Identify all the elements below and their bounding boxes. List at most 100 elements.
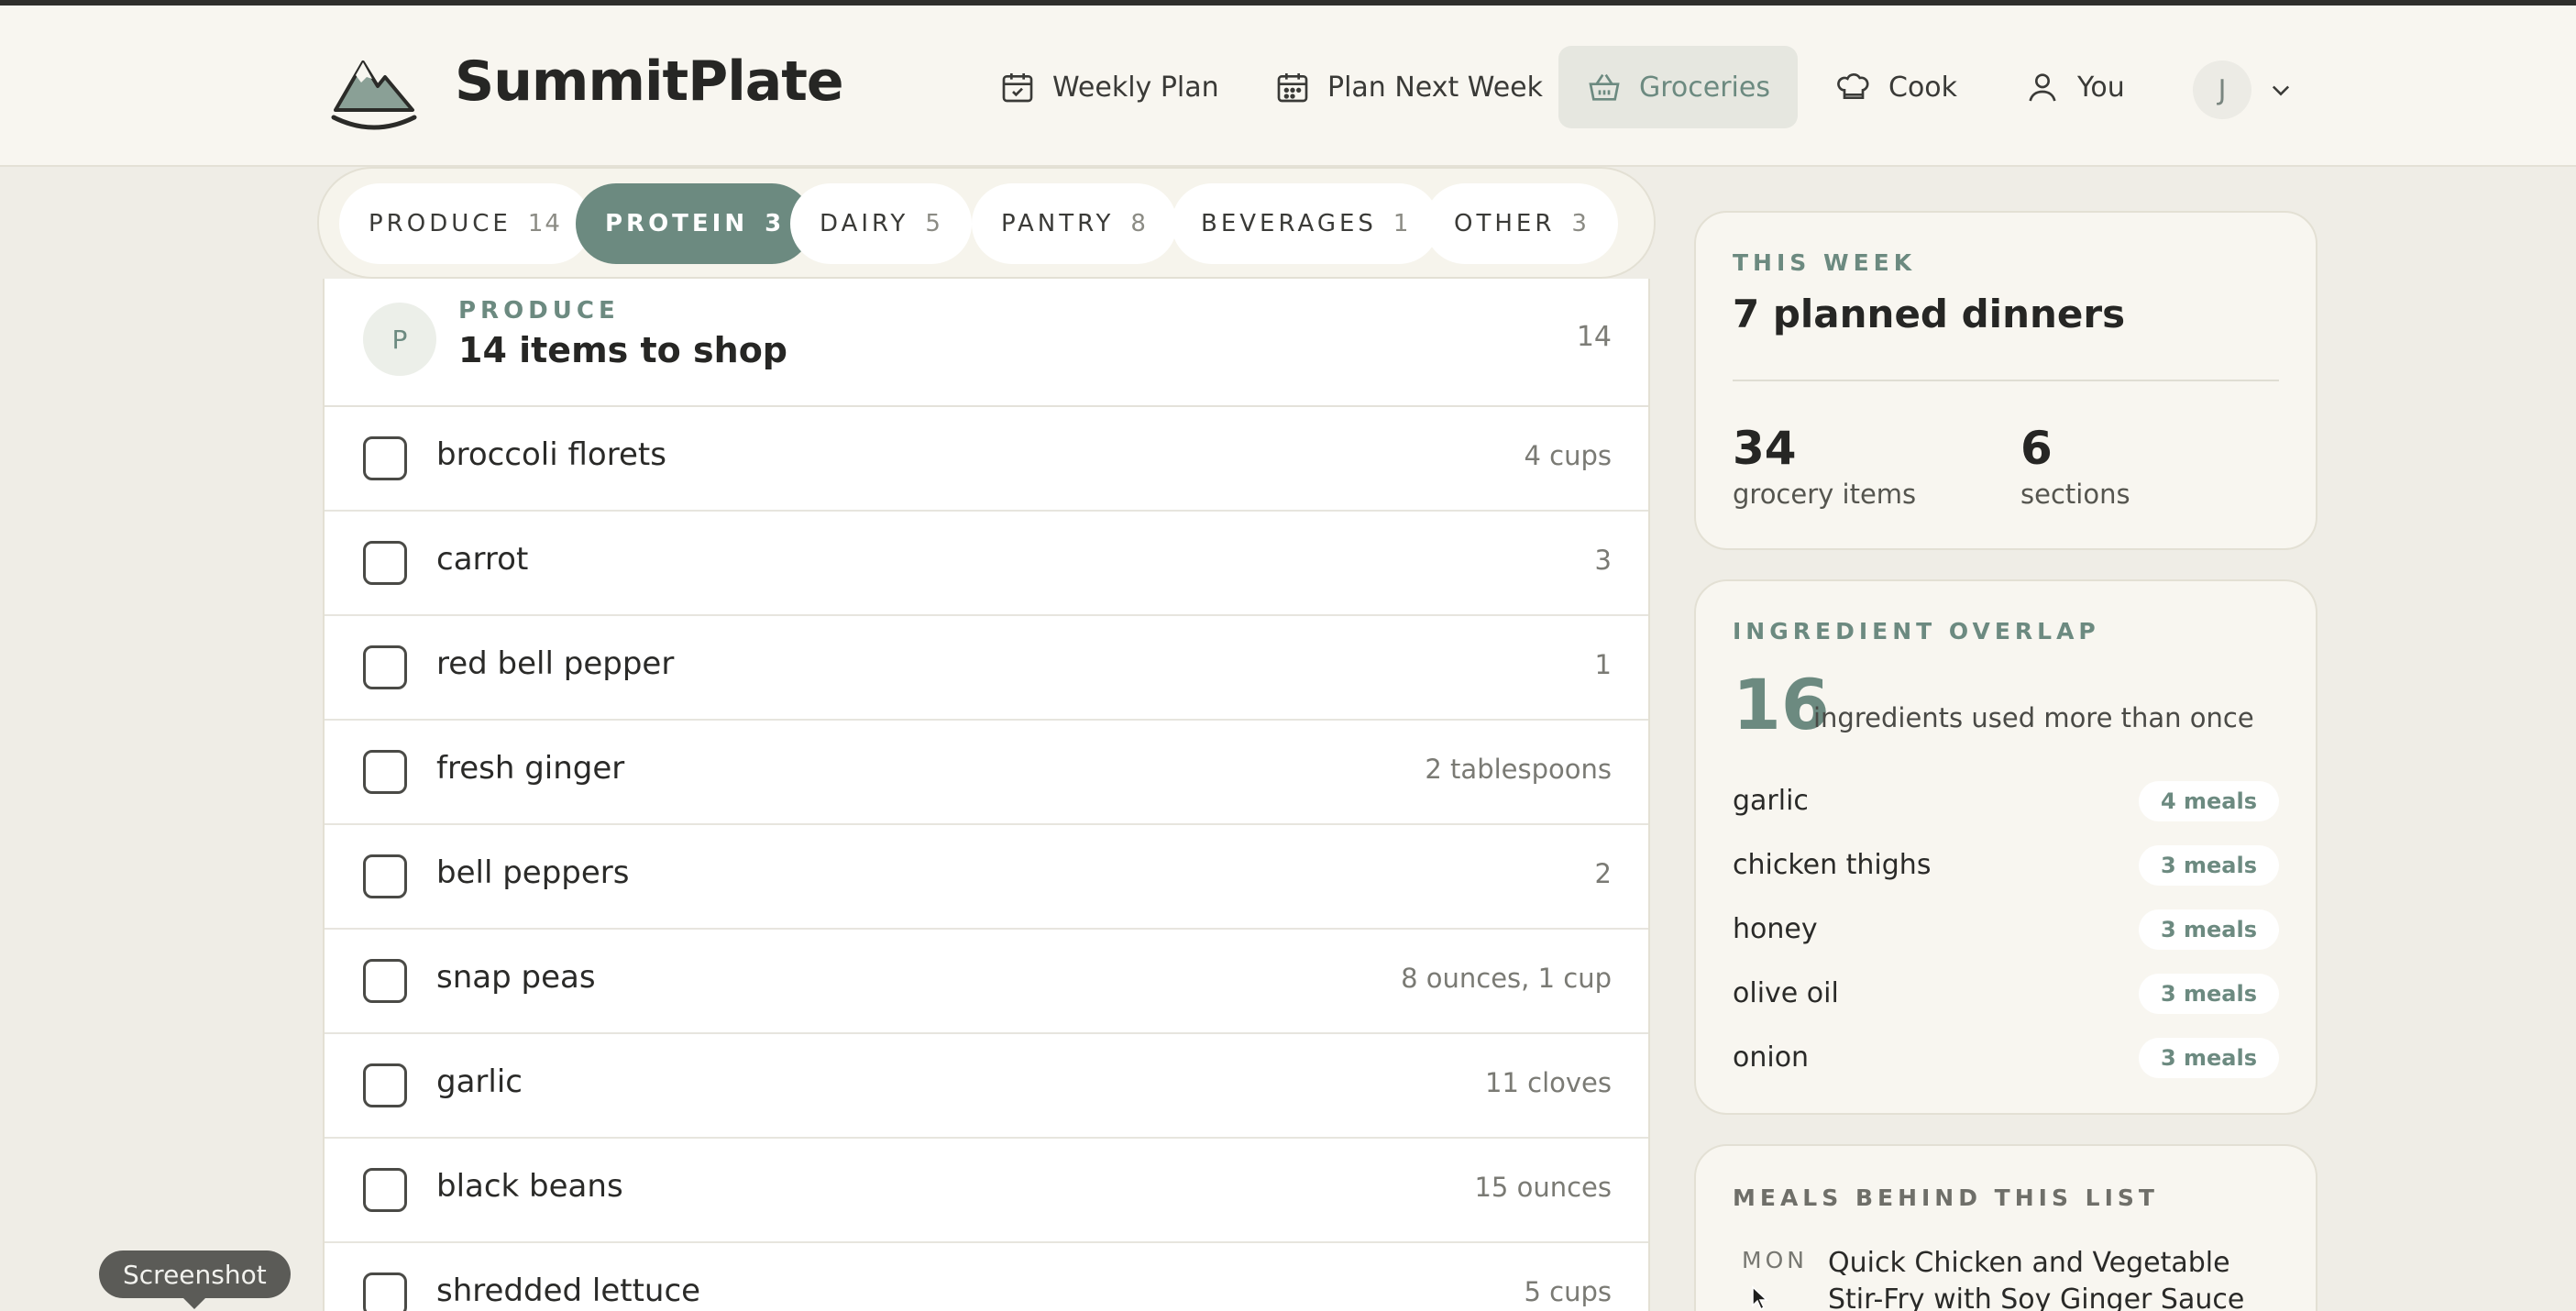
chef-hat-icon [1837,73,1869,99]
list-item[interactable]: bell peppers 2 [325,825,1648,930]
category-tabs: PRODUCE 14 PROTEIN 3 DAIRY 5 PANTRY 8 BE… [317,167,1656,279]
nav-cook[interactable]: Cook [1808,46,1985,128]
grocery-items-label: grocery items [1733,479,1917,510]
item-quantity: 2 [1594,858,1612,889]
grocery-list: P PRODUCE 14 items to shop 14 broccoli f… [323,279,1650,1311]
sections-label: sections [2020,479,2130,510]
planned-dinners-title: 7 planned dinners [1733,292,2126,336]
nav-weekly-plan-label: Weekly Plan [1052,71,1219,104]
tab-label: PANTRY [1001,210,1115,237]
calendar-check-icon [1002,73,1033,103]
list-item[interactable]: garlic 11 cloves [325,1034,1648,1139]
this-week-eyebrow: THIS WEEK [1733,249,1917,276]
overlap-row: olive oil 3 meals [1733,974,2279,1019]
tab-label: OTHER [1454,210,1556,237]
tab-label: BEVERAGES [1201,210,1377,237]
tab-label: DAIRY [820,210,909,237]
nav-plan-next-week[interactable]: Plan Next Week [1247,46,1570,128]
tab-count: 3 [765,210,784,237]
tab-dairy[interactable]: DAIRY 5 [790,183,972,264]
section-title: 14 items to shop [458,330,787,370]
nav-cook-label: Cook [1888,71,1958,104]
meals-eyebrow: MEALS BEHIND THIS LIST [1733,1184,2159,1211]
item-quantity: 3 [1594,545,1612,576]
grocery-items-count: 34 [1733,422,1797,475]
overlap-meals-badge: 3 meals [2138,909,2279,950]
overlap-row: chicken thighs 3 meals [1733,845,2279,891]
item-checkbox[interactable] [363,854,407,898]
ingredient-overlap-card: INGREDIENT OVERLAP 16 ingredients used m… [1694,579,2317,1115]
list-item[interactable]: shredded lettuce 5 cups [325,1243,1648,1311]
item-checkbox[interactable] [363,541,407,585]
item-quantity: 8 ounces, 1 cup [1401,963,1612,994]
tab-beverages[interactable]: BEVERAGES 1 [1172,183,1440,264]
list-item[interactable]: black beans 15 ounces [325,1139,1648,1243]
item-checkbox[interactable] [363,645,407,689]
screenshot-tooltip: Screenshot [99,1250,291,1309]
mountain-logo-icon[interactable] [330,53,418,130]
chevron-down-icon[interactable] [2268,77,2294,103]
overlap-ingredient: onion [1733,1041,1810,1074]
tab-count: 1 [1393,210,1411,237]
overlap-ingredient: chicken thighs [1733,849,1932,881]
calendar-grid-icon [1277,73,1308,103]
list-item[interactable]: carrot 3 [325,512,1648,616]
tab-protein[interactable]: PROTEIN 3 [576,183,813,264]
overlap-row: garlic 4 meals [1733,781,2279,827]
brand-name[interactable]: SummitPlate [455,50,844,114]
item-name: broccoli florets [436,436,666,473]
item-quantity: 4 cups [1524,440,1612,471]
list-item[interactable]: snap peas 8 ounces, 1 cup [325,930,1648,1034]
item-quantity: 2 tablespoons [1425,754,1612,785]
tab-count: 3 [1571,210,1589,237]
item-checkbox[interactable] [363,959,407,1003]
overlap-count-label: ingredients used more than once [1813,702,2254,733]
overlap-row: honey 3 meals [1733,909,2279,955]
item-quantity: 15 ounces [1474,1172,1612,1203]
item-name: fresh ginger [436,750,625,787]
item-checkbox[interactable] [363,1272,407,1311]
nav-weekly-plan[interactable]: Weekly Plan [972,46,1247,128]
item-checkbox[interactable] [363,750,407,794]
avatar[interactable]: J [2193,61,2251,119]
meal-title[interactable]: Quick Chicken and Vegetable Stir-Fry wit… [1828,1245,2286,1311]
overlap-eyebrow: INGREDIENT OVERLAP [1733,618,2100,644]
list-item[interactable]: fresh ginger 2 tablespoons [325,721,1648,825]
item-name: shredded lettuce [436,1272,701,1309]
nav-groceries[interactable]: Groceries [1558,46,1798,128]
item-checkbox[interactable] [363,1168,407,1212]
tab-pantry[interactable]: PANTRY 8 [972,183,1177,264]
sections-count: 6 [2020,422,2053,475]
mouse-cursor-icon [1752,1285,1768,1311]
item-name: garlic [436,1063,523,1100]
user-icon [2029,73,2056,102]
overlap-meals-badge: 3 meals [2138,845,2279,886]
meal-day: MON [1742,1247,1808,1273]
section-label: PRODUCE [458,297,620,325]
nav-you-label: You [2077,71,2125,104]
item-name: red bell pepper [436,645,675,682]
item-checkbox[interactable] [363,436,407,480]
tab-label: PROTEIN [605,210,749,237]
section-initial-badge: P [363,303,436,376]
item-quantity: 1 [1594,649,1612,680]
tab-count: 5 [925,210,942,237]
nav-you[interactable]: You [1997,46,2152,128]
tab-count: 14 [527,210,562,237]
divider [1733,380,2279,381]
item-quantity: 11 cloves [1485,1067,1612,1098]
overlap-meals-badge: 3 meals [2138,1038,2279,1078]
tab-produce[interactable]: PRODUCE 14 [339,183,591,264]
app-header: SummitPlate Weekly Plan Plan Next Week G… [0,6,2576,167]
overlap-ingredient: garlic [1733,785,1809,817]
overlap-meals-badge: 4 meals [2138,781,2279,821]
tab-count: 8 [1130,210,1148,237]
list-item[interactable]: broccoli florets 4 cups [325,407,1648,512]
this-week-card: THIS WEEK 7 planned dinners 34 grocery i… [1694,211,2317,550]
item-checkbox[interactable] [363,1063,407,1107]
meals-behind-list-card: MEALS BEHIND THIS LIST MON Quick Chicken… [1694,1144,2317,1311]
item-quantity: 5 cups [1524,1276,1612,1307]
list-item[interactable]: red bell pepper 1 [325,616,1648,721]
section-header: P PRODUCE 14 items to shop 14 [325,279,1648,407]
tab-other[interactable]: OTHER 3 [1425,183,1618,264]
